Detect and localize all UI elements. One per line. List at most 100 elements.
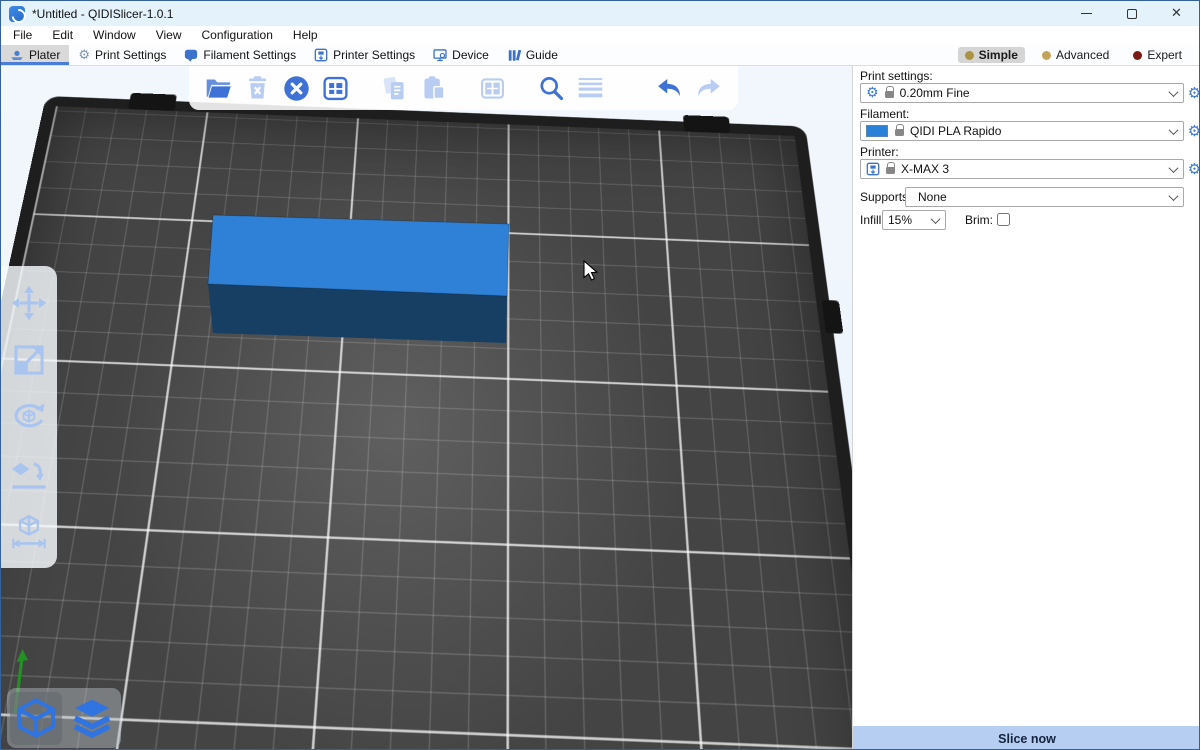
left-toolbar [1, 266, 57, 568]
layers-icon [71, 697, 113, 739]
chevron-down-icon [1169, 87, 1179, 97]
cube-icon [15, 697, 57, 739]
filament-value: QIDI PLA Rapido [910, 124, 1001, 138]
filament-color-swatch [866, 125, 888, 137]
print-settings-gear-button[interactable]: ⚙ [1187, 83, 1200, 103]
delete-all-icon [282, 74, 311, 103]
filament-combo[interactable]: QIDI PLA Rapido [860, 121, 1184, 141]
preview-view-button[interactable] [66, 692, 118, 745]
tab-print-settings[interactable]: ⚙ Print Settings [69, 45, 175, 65]
undo-button[interactable] [654, 73, 685, 104]
top-toolbar [189, 66, 738, 110]
mode-selector: Simple Advanced Expert [958, 45, 1199, 65]
chevron-down-icon [931, 214, 941, 224]
lock-icon [895, 129, 904, 136]
arrange-icon [321, 74, 350, 103]
redo-button[interactable] [693, 73, 724, 104]
settings-panel: Print settings: ⚙ 0.20mm Fine ⚙ Filament… [852, 66, 1200, 750]
printer-combo[interactable]: X-MAX 3 [860, 159, 1184, 179]
tab-printer-settings[interactable]: Printer Settings [305, 45, 424, 65]
mode-expert[interactable]: Expert [1126, 47, 1189, 63]
measure-tool-button[interactable] [9, 511, 49, 551]
brim-label: Brim: [965, 213, 993, 227]
chevron-down-icon [1169, 125, 1179, 135]
supports-label: Supports: [860, 190, 911, 204]
search-button[interactable] [536, 73, 567, 104]
scale-tool-button[interactable] [9, 340, 49, 380]
tab-filament-settings[interactable]: Filament Settings [175, 45, 305, 65]
menu-file[interactable]: File [3, 26, 42, 45]
menu-configuration[interactable]: Configuration [192, 26, 283, 45]
redo-icon [694, 74, 723, 103]
tab-device[interactable]: Device [424, 45, 498, 65]
chevron-down-icon [1169, 191, 1179, 201]
menu-view[interactable]: View [146, 26, 192, 45]
place-on-face-icon [10, 455, 48, 493]
tab-guide[interactable]: Guide [498, 45, 567, 65]
lock-icon [885, 91, 894, 98]
maximize-button[interactable] [1109, 1, 1154, 26]
close-button[interactable]: ✕ [1154, 1, 1199, 26]
lock-icon [886, 167, 895, 174]
instances-icon [478, 74, 507, 103]
infill-value: 15% [888, 213, 912, 227]
minimize-icon [1081, 13, 1092, 14]
print-settings-combo[interactable]: ⚙ 0.20mm Fine [860, 83, 1184, 103]
chevron-down-icon [1169, 163, 1179, 173]
move-icon [10, 284, 48, 322]
delete-button[interactable] [242, 73, 273, 104]
copy-button[interactable] [379, 73, 410, 104]
plater-icon [10, 48, 24, 62]
paste-icon [419, 74, 448, 103]
infill-combo[interactable]: 15% [882, 210, 946, 230]
title-bar: *Untitled - QIDISlicer-1.0.1 ✕ [1, 1, 1199, 26]
open-button[interactable] [203, 73, 234, 104]
menu-window[interactable]: Window [83, 26, 146, 45]
variable-layer-height-button[interactable] [575, 73, 606, 104]
printer-icon [314, 48, 328, 62]
model-box[interactable] [208, 215, 509, 343]
menu-edit[interactable]: Edit [42, 26, 83, 45]
menu-help[interactable]: Help [283, 26, 328, 45]
delete-all-button[interactable] [281, 73, 312, 104]
printer-gear-button[interactable]: ⚙ [1187, 159, 1200, 179]
expert-dot-icon [1133, 51, 1142, 60]
print-settings-label: Print settings: [860, 69, 933, 83]
device-icon [433, 48, 447, 62]
filament-gear-button[interactable]: ⚙ [1187, 121, 1200, 141]
advanced-dot-icon [1042, 51, 1051, 60]
variable-layer-height-icon [576, 74, 605, 103]
filament-icon [184, 48, 198, 62]
instances-button[interactable] [477, 73, 508, 104]
print-settings-value: 0.20mm Fine [900, 86, 970, 100]
filament-label: Filament: [860, 107, 909, 121]
cursor-pointer [584, 261, 597, 280]
close-icon: ✕ [1171, 7, 1182, 20]
supports-combo[interactable]: None [905, 187, 1184, 207]
3d-editor-view-button[interactable] [10, 692, 62, 745]
slice-now-button[interactable]: Slice now [853, 726, 1200, 750]
place-on-face-tool-button[interactable] [9, 454, 49, 494]
infill-label: Infill: [860, 213, 885, 227]
open-icon [204, 74, 233, 103]
view-switch-panel [7, 688, 121, 748]
mode-simple[interactable]: Simple [958, 47, 1025, 63]
guide-icon [507, 48, 521, 62]
brim-checkbox[interactable] [997, 213, 1010, 226]
gear-icon: ⚙ [866, 86, 879, 100]
simple-dot-icon [965, 51, 974, 60]
rotate-tool-button[interactable] [9, 397, 49, 437]
app-logo-icon [9, 6, 25, 22]
tab-plater[interactable]: Plater [1, 45, 69, 65]
window-title: *Untitled - QIDISlicer-1.0.1 [32, 7, 173, 21]
search-icon [537, 74, 566, 103]
minimize-button[interactable] [1064, 1, 1109, 26]
rotate-icon [10, 398, 48, 436]
mode-advanced[interactable]: Advanced [1035, 47, 1116, 63]
paste-button[interactable] [418, 73, 449, 104]
move-tool-button[interactable] [9, 283, 49, 323]
arrange-button[interactable] [320, 73, 351, 104]
undo-icon [655, 74, 684, 103]
menu-bar: File Edit Window View Configuration Help [1, 26, 1199, 45]
3d-viewport[interactable] [1, 66, 852, 750]
